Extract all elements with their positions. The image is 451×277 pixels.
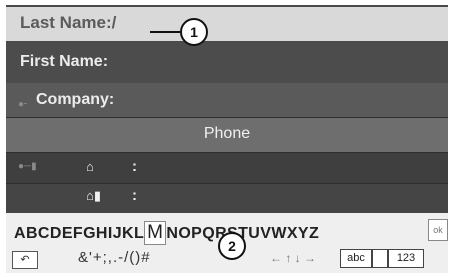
divider bbox=[6, 183, 448, 184]
divider bbox=[6, 117, 448, 118]
alphabet-row[interactable]: ABCDEFGHIJKL M NOPQRSTUVWXYZ bbox=[14, 221, 319, 245]
phone-home-mobile-row[interactable] bbox=[6, 183, 448, 213]
phone-mobile-colon: : bbox=[132, 187, 137, 204]
callout-2: 2 bbox=[218, 232, 246, 260]
callout-1-leader bbox=[150, 31, 180, 33]
last-name-value[interactable]: / bbox=[112, 13, 117, 32]
symbols-row[interactable]: &'+;,.-/()# bbox=[78, 249, 151, 266]
letters-before[interactable]: ABCDEFGHIJKL bbox=[14, 225, 144, 242]
company-label: Company: bbox=[36, 91, 115, 108]
phone-home-colon: : bbox=[132, 158, 137, 175]
home-icon: ⌂ bbox=[86, 159, 94, 174]
home-mobile-icon: ⌂▮ bbox=[86, 188, 102, 203]
callout-1: 1 bbox=[180, 18, 208, 46]
phone-header: Phone bbox=[203, 125, 251, 142]
selected-letter[interactable]: M bbox=[144, 221, 167, 245]
person-icon: ●╴ bbox=[18, 99, 31, 110]
divider bbox=[6, 152, 448, 153]
contact-icon: ●─▮ bbox=[18, 161, 37, 172]
ok-button[interactable]: ok bbox=[428, 219, 448, 241]
abc-mode-button[interactable]: abc bbox=[340, 249, 372, 268]
last-name-label: Last Name:/ bbox=[20, 13, 117, 32]
blank-mode-button[interactable] bbox=[372, 249, 388, 268]
back-icon[interactable]: ↶ bbox=[12, 251, 38, 269]
cursor-arrows[interactable]: ← ↑ ↓ → bbox=[270, 251, 316, 265]
num-mode-button[interactable]: 123 bbox=[388, 249, 424, 268]
first-name-label: First Name: bbox=[20, 53, 109, 70]
phone-home-row[interactable] bbox=[6, 153, 448, 183]
